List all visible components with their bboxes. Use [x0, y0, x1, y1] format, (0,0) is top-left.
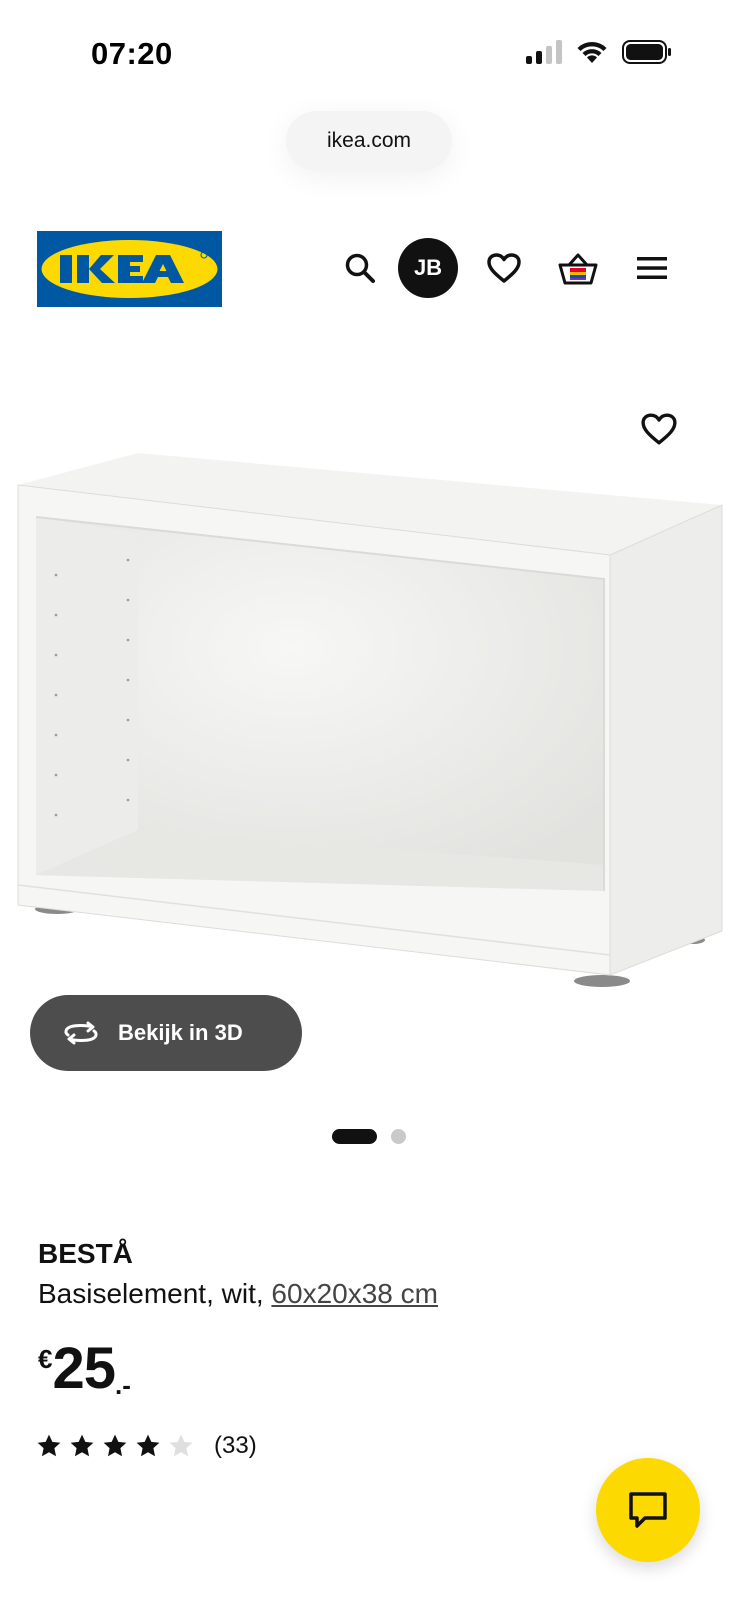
shopping-basket-icon — [558, 253, 598, 285]
user-avatar[interactable]: JB — [398, 238, 458, 298]
url-bar[interactable]: ikea.com — [286, 111, 452, 171]
status-bar: 07:20 — [0, 0, 738, 100]
product-rating[interactable]: (33) — [36, 1432, 257, 1460]
review-count[interactable]: (33) — [214, 1432, 257, 1460]
battery-icon — [622, 40, 671, 64]
menu-icon — [637, 257, 667, 279]
heart-icon — [487, 253, 521, 283]
status-time: 07:20 — [91, 36, 173, 71]
product-description-text: Basiselement, wit, — [38, 1278, 272, 1309]
rating-stars — [36, 1433, 194, 1459]
product-gallery[interactable]: Bekijk in 3D — [0, 325, 738, 1105]
cellular-signal-icon — [526, 40, 562, 64]
product-name: BESTÅ — [38, 1238, 133, 1269]
carousel-dot[interactable] — [391, 1129, 406, 1144]
url-text: ikea.com — [326, 129, 412, 152]
star-empty-icon — [169, 1434, 193, 1457]
star-filled-icon — [37, 1434, 61, 1457]
search-icon — [345, 253, 375, 283]
product-description: Basiselement, wit, 60x20x38 cm — [38, 1278, 438, 1310]
view-in-3d-button[interactable]: Bekijk in 3D — [30, 995, 302, 1071]
favourites-button[interactable] — [484, 238, 524, 298]
menu-button[interactable] — [632, 238, 672, 298]
search-button[interactable] — [340, 238, 380, 298]
status-icons — [526, 40, 672, 64]
product-price: € 25 .- — [38, 1340, 131, 1410]
header-nav: JB — [340, 238, 672, 298]
star-filled-icon — [103, 1434, 127, 1457]
chat-button[interactable] — [596, 1458, 700, 1562]
product-size-link[interactable]: 60x20x38 cm — [271, 1278, 438, 1309]
add-to-favourites-button[interactable] — [641, 413, 685, 457]
carousel-indicator — [0, 1129, 738, 1144]
price-decimal: .- — [114, 1370, 131, 1400]
heart-icon — [641, 413, 677, 445]
rotate-3d-icon — [64, 1021, 98, 1045]
star-filled-icon — [136, 1434, 160, 1457]
view-in-3d-label: Bekijk in 3D — [118, 1020, 243, 1045]
wifi-icon — [577, 41, 607, 63]
star-filled-icon — [70, 1434, 94, 1457]
chat-bubble-icon — [629, 1492, 667, 1528]
shopping-basket-button[interactable] — [558, 238, 598, 298]
price-integer: 25 — [52, 1336, 116, 1401]
site-header: JB — [0, 220, 738, 320]
carousel-dot-active[interactable] — [332, 1129, 377, 1144]
product-image-besta-shelf[interactable] — [0, 325, 738, 1105]
ikea-logo[interactable] — [37, 231, 222, 307]
price-currency: € — [38, 1344, 53, 1374]
